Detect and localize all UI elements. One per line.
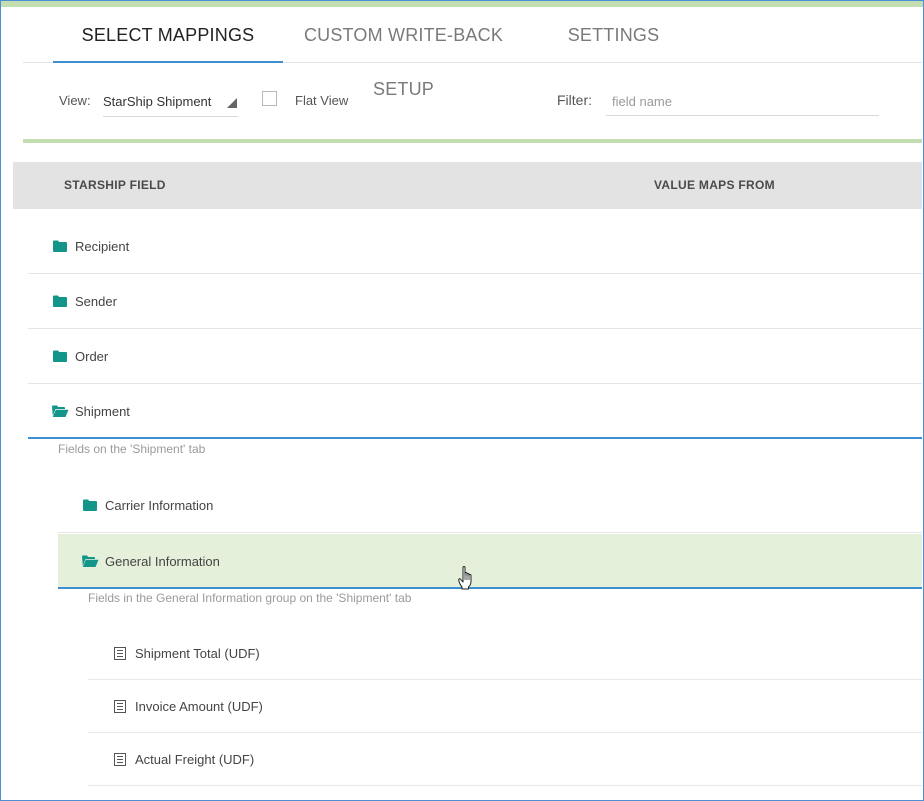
field-row-shipment-total[interactable]: Shipment Total (UDF): [88, 627, 922, 680]
field-list-icon: [114, 700, 126, 713]
folder-icon: [83, 499, 97, 511]
tab-select-mappings[interactable]: SELECT MAPPINGS: [53, 8, 283, 63]
field-list-icon: [114, 647, 126, 660]
tab-custom-write-back-setup[interactable]: CUSTOM WRITE-BACK SETUP: [273, 8, 534, 99]
view-select[interactable]: StarShip Shipment: [103, 88, 238, 117]
folder-open-icon: [82, 555, 99, 567]
group-label: Shipment: [75, 404, 130, 419]
column-header-starship-field[interactable]: STARSHIP FIELD: [64, 162, 166, 209]
group-label: Recipient: [75, 239, 130, 254]
hand-cursor-icon: [458, 566, 472, 590]
top-accent-bar: [1, 1, 923, 7]
column-header-value-maps-from[interactable]: VALUE MAPS FROM: [654, 162, 775, 209]
general-information-description: Fields in the General Information group …: [88, 591, 412, 605]
group-row-sender[interactable]: Sender: [28, 274, 922, 329]
folder-icon: [53, 295, 67, 307]
subgroup-row-general-information[interactable]: General Information: [58, 534, 922, 589]
dropdown-arrow-icon: [227, 98, 237, 108]
group-row-recipient[interactable]: Recipient: [28, 219, 922, 274]
view-select-value: StarShip Shipment: [103, 94, 212, 109]
subgroup-label: Carrier Information: [105, 498, 214, 513]
folder-icon: [53, 240, 67, 252]
shipment-group-description: Fields on the 'Shipment' tab: [58, 442, 206, 456]
field-label: Invoice Amount (UDF): [135, 699, 263, 714]
group-row-order[interactable]: Order: [28, 329, 922, 384]
flat-view-label[interactable]: Flat View: [295, 93, 348, 108]
filter-label: Filter:: [557, 92, 592, 108]
field-list-icon: [114, 753, 126, 766]
subgroup-label: General Information: [105, 554, 220, 569]
folder-icon: [53, 350, 67, 362]
group-label: Order: [75, 349, 109, 364]
group-row-shipment[interactable]: Shipment: [28, 384, 922, 439]
grid-header: STARSHIP FIELD VALUE MAPS FROM: [13, 162, 922, 209]
field-row-invoice-amount[interactable]: Invoice Amount (UDF): [88, 680, 922, 733]
section-divider: [23, 139, 922, 143]
field-row-actual-freight[interactable]: Actual Freight (UDF): [88, 733, 922, 786]
group-label: Sender: [75, 294, 117, 309]
subgroup-row-carrier-information[interactable]: Carrier Information: [58, 478, 922, 533]
field-label: Actual Freight (UDF): [135, 752, 255, 767]
flat-view-checkbox[interactable]: [262, 91, 277, 106]
field-label: Shipment Total (UDF): [135, 646, 260, 661]
tab-settings[interactable]: SETTINGS: [558, 8, 669, 62]
view-label: View:: [59, 93, 91, 108]
folder-open-icon: [52, 405, 69, 417]
filter-input[interactable]: [606, 88, 879, 116]
tab-bar: SELECT MAPPINGS CUSTOM WRITE-BACK SETUP …: [23, 8, 922, 99]
